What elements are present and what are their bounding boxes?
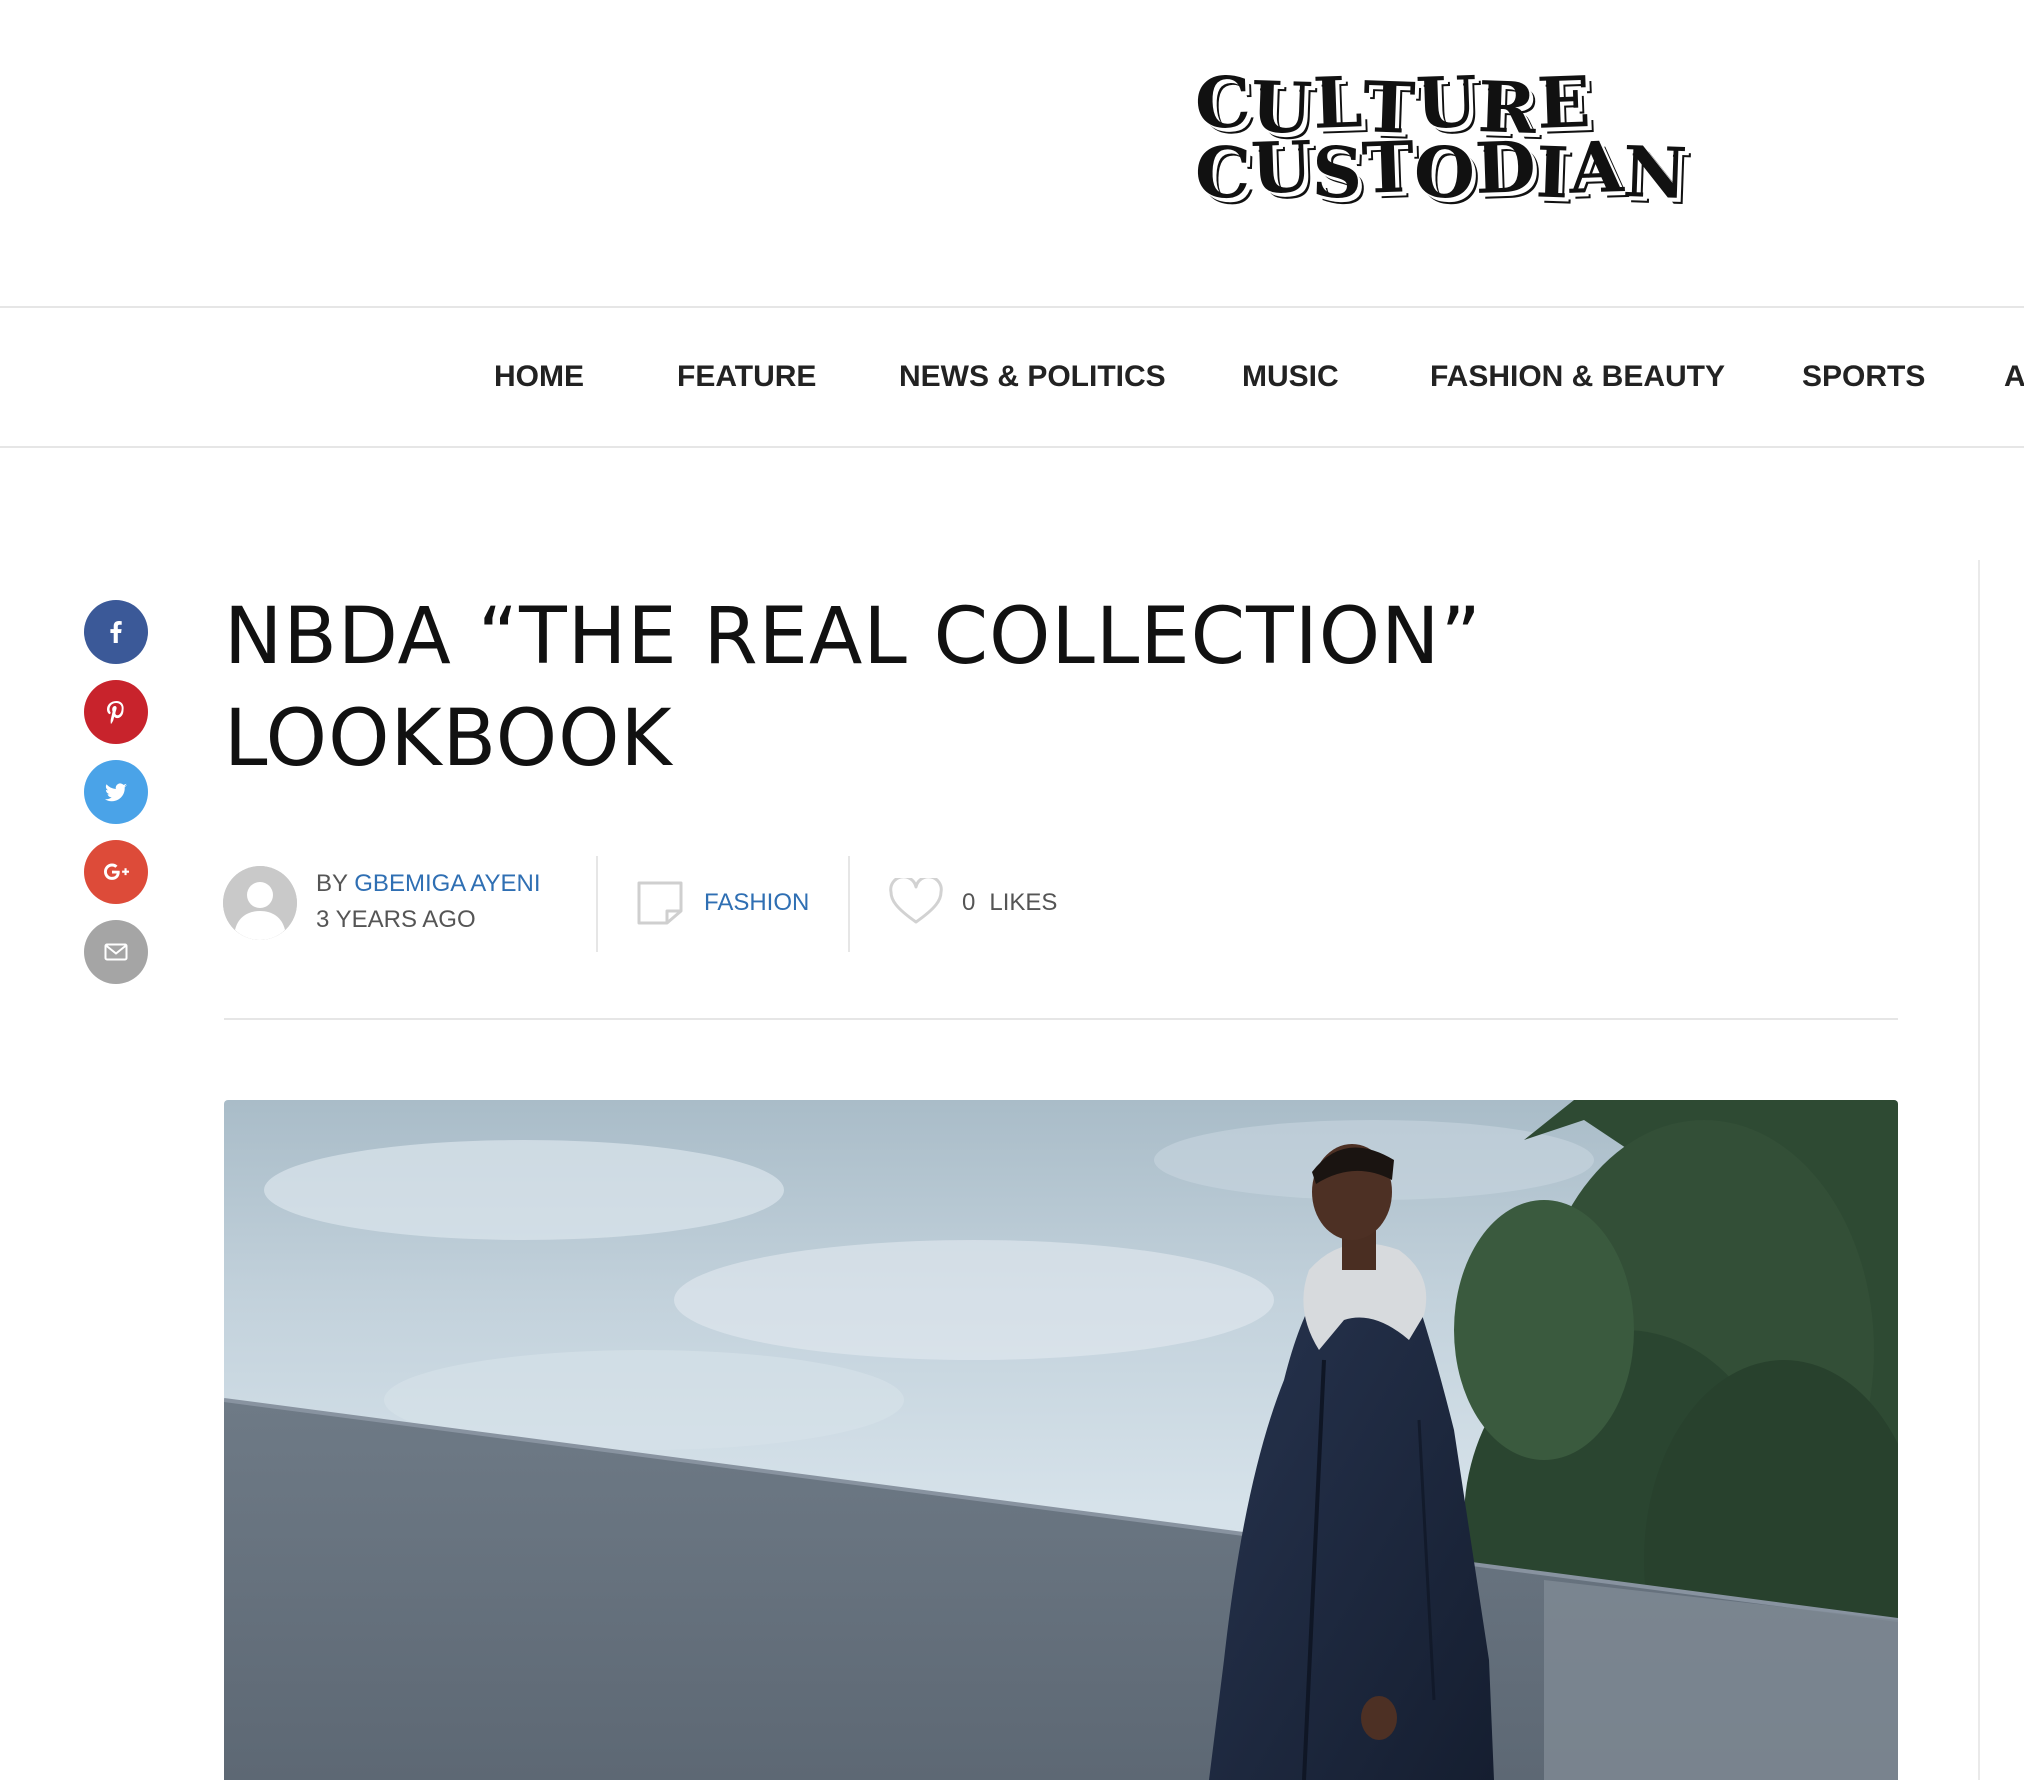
nav-item-feature[interactable]: FEATURE (677, 360, 816, 394)
category-icon (637, 881, 683, 925)
featured-photo (224, 1100, 1898, 1780)
heart-icon[interactable] (888, 878, 944, 926)
logo-letter: O (1413, 129, 1477, 216)
nav-item-home[interactable]: HOME (494, 360, 584, 394)
logo-letter: I (1534, 130, 1571, 215)
post-author: BY GBEMIGA AYENI (316, 870, 541, 898)
share-pinterest-button[interactable] (84, 680, 148, 744)
logo-letter: N (1621, 129, 1689, 216)
pinterest-icon (107, 701, 124, 724)
logo-letter: A (1567, 125, 1625, 210)
author-by-label: BY (316, 870, 348, 897)
share-email-button[interactable] (84, 920, 148, 984)
main-nav: HOME FEATURE NEWS & POLITICS MUSIC FASHI… (0, 306, 2024, 448)
logo-letter: T (1360, 125, 1416, 210)
meta-divider (848, 856, 850, 952)
facebook-icon (110, 621, 122, 643)
logo-letter: L (1311, 60, 1364, 145)
site-logo[interactable]: C U L T U R E C U S T O D I A N (1193, 59, 1689, 216)
logo-line-custodian: C U S T O D I A N (1193, 125, 1689, 216)
post-date: 3 YEARS AGO (316, 906, 476, 933)
nav-item-fashion-beauty[interactable]: FASHION & BEAUTY (1430, 360, 1725, 394)
post-title-line-1: NBDA “THE REAL COLLECTION” (224, 592, 1482, 682)
email-icon (104, 943, 128, 961)
twitter-icon (105, 783, 127, 802)
logo-letter: U (1249, 124, 1314, 211)
logo-letter: S (1310, 130, 1364, 215)
nav-item-more[interactable]: A (2004, 360, 2024, 394)
featured-image[interactable] (224, 1100, 1898, 1780)
meta-divider (596, 856, 598, 952)
share-facebook-button[interactable] (84, 600, 148, 664)
post-title: NBDA “THE REAL COLLECTION” LOOKBOOK (224, 586, 1624, 790)
share-twitter-button[interactable] (84, 760, 148, 824)
post-title-line-2: LOOKBOOK (224, 694, 673, 784)
user-silhouette-icon (223, 866, 297, 940)
author-link[interactable]: GBEMIGA AYENI (354, 870, 540, 897)
author-avatar[interactable] (223, 866, 297, 940)
meta-separator (224, 1018, 1898, 1020)
google-plus-icon (104, 863, 129, 880)
logo-letter: C (1193, 60, 1253, 145)
logo-letter: C (1193, 130, 1253, 215)
likes-number: 0 (962, 889, 976, 916)
logo-letter: U (1414, 59, 1479, 146)
likes-label: LIKES (989, 889, 1058, 916)
logo-letter: D (1473, 124, 1538, 211)
nav-item-music[interactable]: MUSIC (1242, 360, 1339, 394)
nav-item-news-politics[interactable]: NEWS & POLITICS (899, 360, 1166, 394)
category-link[interactable]: FASHION (704, 889, 809, 917)
nav-item-sports[interactable]: SPORTS (1802, 360, 1925, 394)
sidebar-divider (1978, 560, 1980, 1780)
likes-count: 0 LIKES (962, 889, 1057, 917)
share-google-plus-button[interactable] (84, 840, 148, 904)
